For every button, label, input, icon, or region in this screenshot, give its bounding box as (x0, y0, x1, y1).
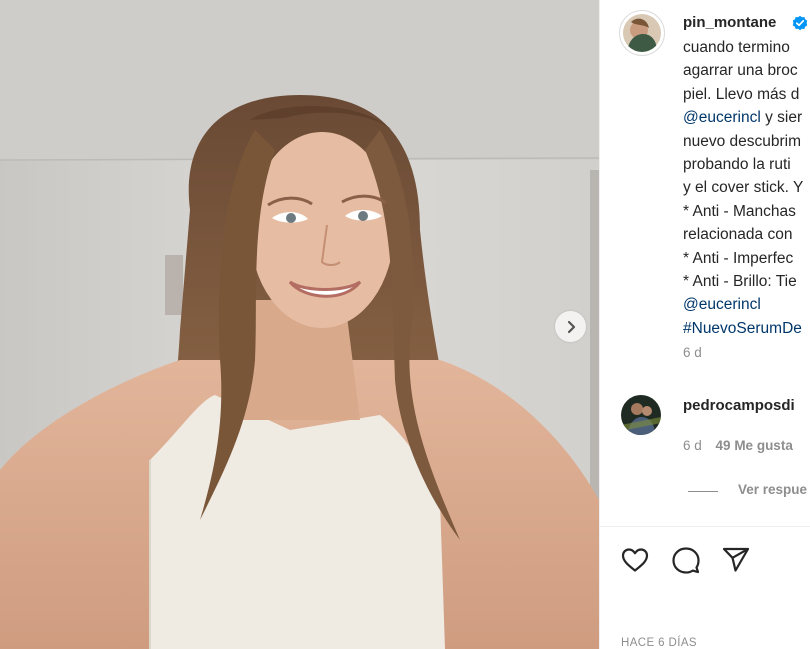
comment-icon (671, 547, 701, 579)
comment-likes[interactable]: 49 Me gusta (716, 438, 793, 453)
comment-time[interactable]: 6 d (683, 438, 702, 453)
portrait-image (0, 0, 599, 649)
caption-line: * Anti - Manchas (683, 202, 796, 220)
author-avatar-image (623, 14, 661, 52)
verified-badge-icon (792, 15, 808, 36)
mention-link[interactable]: @eucerincl (683, 293, 810, 316)
commenter-avatar[interactable] (621, 395, 661, 435)
author-avatar[interactable] (619, 10, 665, 56)
caption-line: relacionada con (683, 226, 793, 244)
commenter-username[interactable]: pedrocamposdi (683, 397, 795, 414)
post-photo[interactable] (0, 0, 599, 649)
comment-meta: 6 d 49 Me gusta (683, 438, 793, 453)
post-side-panel: pin_montane cuando termino agarrar una b… (600, 0, 810, 649)
caption-line: piel. Llevo más d (683, 85, 800, 103)
post-time[interactable]: 6 d (683, 345, 702, 360)
paper-plane-icon (721, 547, 751, 579)
heart-icon (620, 548, 650, 579)
like-button[interactable] (620, 545, 650, 575)
caption-line: probando la ruti (683, 156, 791, 174)
caption-line: agarrar una broc (683, 62, 798, 80)
author-username[interactable]: pin_montane (683, 14, 776, 31)
next-photo-button[interactable] (555, 311, 586, 342)
caption-line: cuando termino (683, 39, 790, 56)
actions-divider (600, 526, 810, 527)
mention-link: @eucerincl (683, 109, 761, 127)
caption-line: y el cover stick. Y (683, 179, 804, 197)
post-caption: cuando termino agarrar una broc piel. Ll… (683, 36, 810, 340)
caption-line-rest: y sier (760, 109, 803, 127)
comment-button[interactable] (671, 545, 701, 575)
caption-line-mention: @eucerincl y sier (683, 106, 810, 129)
share-button[interactable] (721, 545, 751, 575)
hashtag-link[interactable]: #NuevoSerumDe (683, 317, 810, 340)
caption-line: nuevo descubrim (683, 132, 802, 150)
commenter-avatar-image (621, 395, 661, 435)
caption-line: * Anti - Brillo: Tie (683, 273, 797, 291)
caption-line: * Anti - Imperfec (683, 249, 794, 267)
chevron-right-icon (564, 320, 578, 334)
post-date[interactable]: HACE 6 DÍAS (621, 637, 697, 649)
view-replies-button[interactable]: Ver respue (738, 482, 807, 497)
replies-divider (688, 491, 718, 492)
